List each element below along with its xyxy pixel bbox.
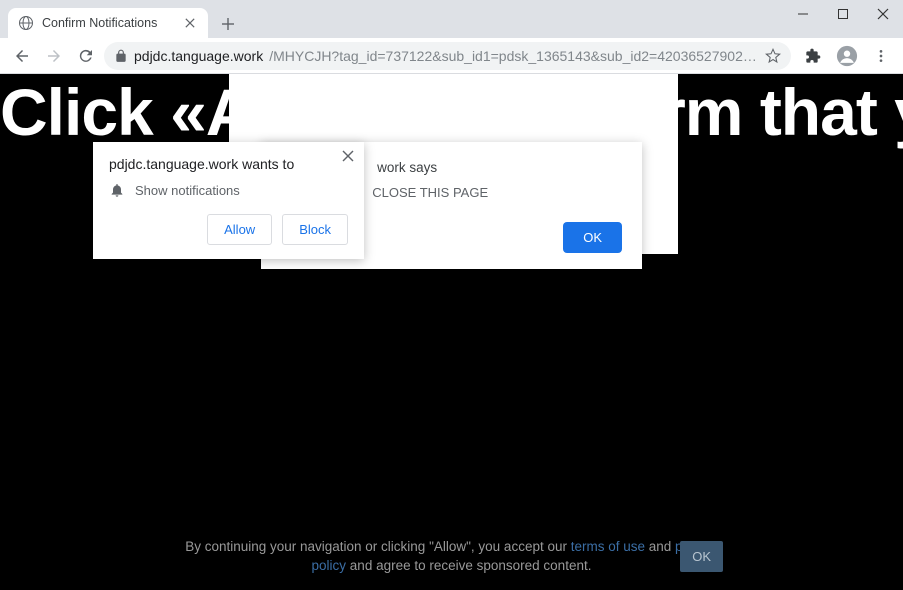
menu-icon[interactable]: [867, 42, 895, 70]
back-button[interactable]: [8, 42, 36, 70]
extensions-icon[interactable]: [799, 42, 827, 70]
close-window-button[interactable]: [863, 0, 903, 28]
cookie-banner-text: By continuing your navigation or clickin…: [172, 538, 732, 576]
profile-avatar[interactable]: [833, 42, 861, 70]
notification-permission-label: Show notifications: [135, 183, 240, 198]
allow-button[interactable]: Allow: [207, 214, 272, 245]
globe-icon: [18, 15, 34, 31]
maximize-button[interactable]: [823, 0, 863, 28]
reload-button[interactable]: [72, 42, 100, 70]
tab-close-icon[interactable]: [182, 15, 198, 31]
url-host: pdjdc.tanguage.work: [134, 48, 263, 64]
forward-button[interactable]: [40, 42, 68, 70]
bookmark-star-icon[interactable]: [765, 48, 781, 64]
notification-prompt-text: pdjdc.tanguage.work wants to: [109, 156, 348, 172]
toolbar-right: [795, 42, 895, 70]
cookie-ok-button[interactable]: OK: [680, 541, 723, 572]
browser-tab[interactable]: Confirm Notifications: [8, 8, 208, 38]
titlebar: [0, 0, 903, 8]
block-button[interactable]: Block: [282, 214, 348, 245]
cookie-banner: By continuing your navigation or clickin…: [0, 524, 903, 590]
tabstrip: Confirm Notifications: [0, 8, 903, 38]
alert-ok-button[interactable]: OK: [563, 222, 622, 253]
bell-icon: [109, 182, 125, 198]
browser-toolbar: pdjdc.tanguage.work/MHYCJH?tag_id=737122…: [0, 38, 903, 74]
page-content: Click «Allow» to confirm that you are Mo…: [0, 74, 903, 590]
url-path: /MHYCJH?tag_id=737122&sub_id1=pdsk_13651…: [269, 48, 759, 64]
new-tab-button[interactable]: [214, 10, 242, 38]
window-controls: [783, 0, 903, 28]
tab-title: Confirm Notifications: [42, 16, 174, 30]
notification-permission-popup: pdjdc.tanguage.work wants to Show notifi…: [93, 142, 364, 259]
terms-link[interactable]: terms of use: [571, 539, 645, 554]
popup-close-icon[interactable]: [342, 150, 354, 162]
minimize-button[interactable]: [783, 0, 823, 28]
lock-icon: [114, 49, 128, 63]
address-bar[interactable]: pdjdc.tanguage.work/MHYCJH?tag_id=737122…: [104, 42, 791, 70]
